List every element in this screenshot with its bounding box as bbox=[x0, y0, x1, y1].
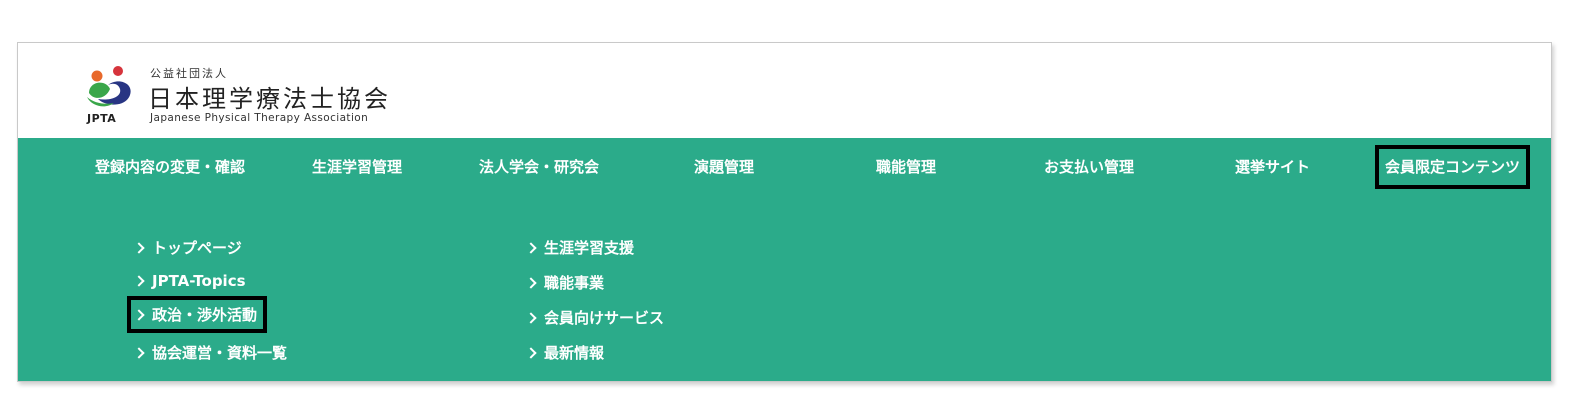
main-nav: 登録内容の変更・確認 生涯学習管理 法人学会・研究会 演題管理 職能管理 お支払… bbox=[18, 138, 1551, 194]
site-header: JPTA 公益社団法人 日本理学療法士協会 Japanese Physical … bbox=[18, 43, 1551, 138]
chevron-right-icon bbox=[133, 275, 145, 287]
site-logo[interactable]: JPTA 公益社団法人 日本理学療法士協会 Japanese Physical … bbox=[84, 63, 404, 127]
submenu-item-politics[interactable]: 政治・渉外活動 bbox=[127, 296, 268, 333]
logo-abbr: JPTA bbox=[87, 112, 117, 125]
chevron-right-icon bbox=[525, 311, 537, 324]
submenu-item-label: 政治・渉外活動 bbox=[152, 306, 258, 324]
nav-item-societies[interactable]: 法人学会・研究会 bbox=[479, 156, 599, 177]
submenu-item-professional-projects[interactable]: 職能事業 bbox=[525, 272, 605, 293]
logo-name: 日本理学療法士協会 bbox=[148, 85, 391, 113]
chevron-right-icon bbox=[133, 346, 145, 359]
submenu-item-label: 生涯学習支援 bbox=[544, 239, 635, 257]
submenu-item-member-services[interactable]: 会員向けサービス bbox=[525, 307, 665, 328]
nav-area: 登録内容の変更・確認 生涯学習管理 法人学会・研究会 演題管理 職能管理 お支払… bbox=[18, 138, 1551, 381]
chevron-right-icon bbox=[525, 346, 537, 359]
chevron-right-icon bbox=[133, 308, 145, 321]
nav-item-registration[interactable]: 登録内容の変更・確認 bbox=[95, 156, 245, 177]
submenu-item-lifelong-support[interactable]: 生涯学習支援 bbox=[525, 237, 635, 258]
chevron-right-icon bbox=[525, 276, 537, 289]
nav-item-payments[interactable]: お支払い管理 bbox=[1044, 156, 1134, 177]
chevron-right-icon bbox=[525, 241, 537, 254]
submenu-item-label: トップページ bbox=[152, 239, 242, 257]
submenu-item-top-page[interactable]: トップページ bbox=[133, 237, 242, 258]
nav-item-lifelong-learning[interactable]: 生涯学習管理 bbox=[312, 156, 402, 177]
nav-item-election[interactable]: 選挙サイト bbox=[1235, 156, 1310, 177]
submenu-item-label: JPTA-Topics bbox=[152, 272, 246, 290]
submenu-item-association-docs[interactable]: 協会運営・資料一覧 bbox=[133, 342, 288, 363]
submenu-item-label: 職能事業 bbox=[544, 274, 605, 292]
page-frame: JPTA 公益社団法人 日本理学療法士協会 Japanese Physical … bbox=[17, 42, 1552, 382]
submenu-item-label: 会員向けサービス bbox=[544, 309, 665, 327]
chevron-right-icon bbox=[133, 241, 145, 254]
nav-item-presentations[interactable]: 演題管理 bbox=[694, 156, 754, 177]
nav-item-members-only[interactable]: 会員限定コンテンツ bbox=[1375, 145, 1531, 189]
logo-english-name: Japanese Physical Therapy Association bbox=[150, 112, 369, 124]
submenu-item-latest-news[interactable]: 最新情報 bbox=[525, 342, 605, 363]
submenu-item-label: 協会運営・資料一覧 bbox=[152, 344, 288, 362]
submenu-item-label: 最新情報 bbox=[544, 344, 605, 362]
nav-item-professional[interactable]: 職能管理 bbox=[876, 156, 936, 177]
submenu-item-jpta-topics[interactable]: JPTA-Topics bbox=[133, 272, 246, 290]
